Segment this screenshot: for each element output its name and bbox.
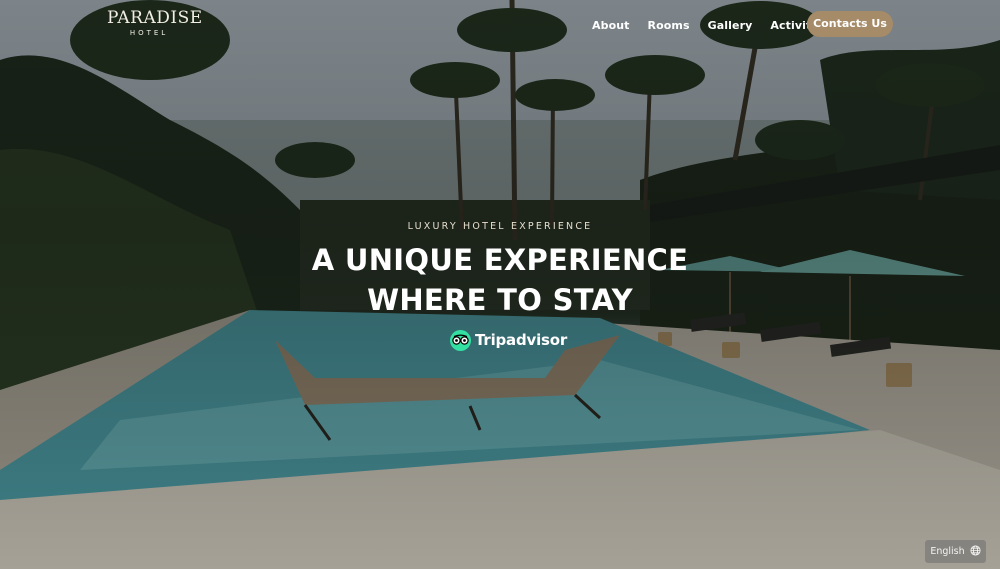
logo-brand: PARADISE [107,8,203,28]
hotel-logo[interactable]: PARADISE HOTEL [107,8,203,37]
tripadvisor-owl-icon [450,329,471,351]
globe-icon [970,544,981,559]
tripadvisor-label: Tripadvisor [475,331,568,349]
tripadvisor-badge[interactable]: Tripadvisor [450,329,567,351]
headline-line-1: A UNIQUE EXPERIENCE [311,243,689,277]
language-label: English [930,546,965,557]
hero-eyebrow: LUXURY HOTEL EXPERIENCE [407,221,593,232]
contact-button[interactable]: Contacts Us [807,11,893,37]
nav-link-gallery[interactable]: Gallery [708,19,753,32]
headline-line-2: WHERE TO STAY [367,283,633,317]
hero-headline: A UNIQUE EXPERIENCE WHERE TO STAY [0,240,1000,320]
logo-subtitle: HOTEL [129,29,169,37]
nav-link-rooms[interactable]: Rooms [648,19,690,32]
language-selector[interactable]: English [925,540,986,563]
nav-link-about[interactable]: About [592,19,630,32]
